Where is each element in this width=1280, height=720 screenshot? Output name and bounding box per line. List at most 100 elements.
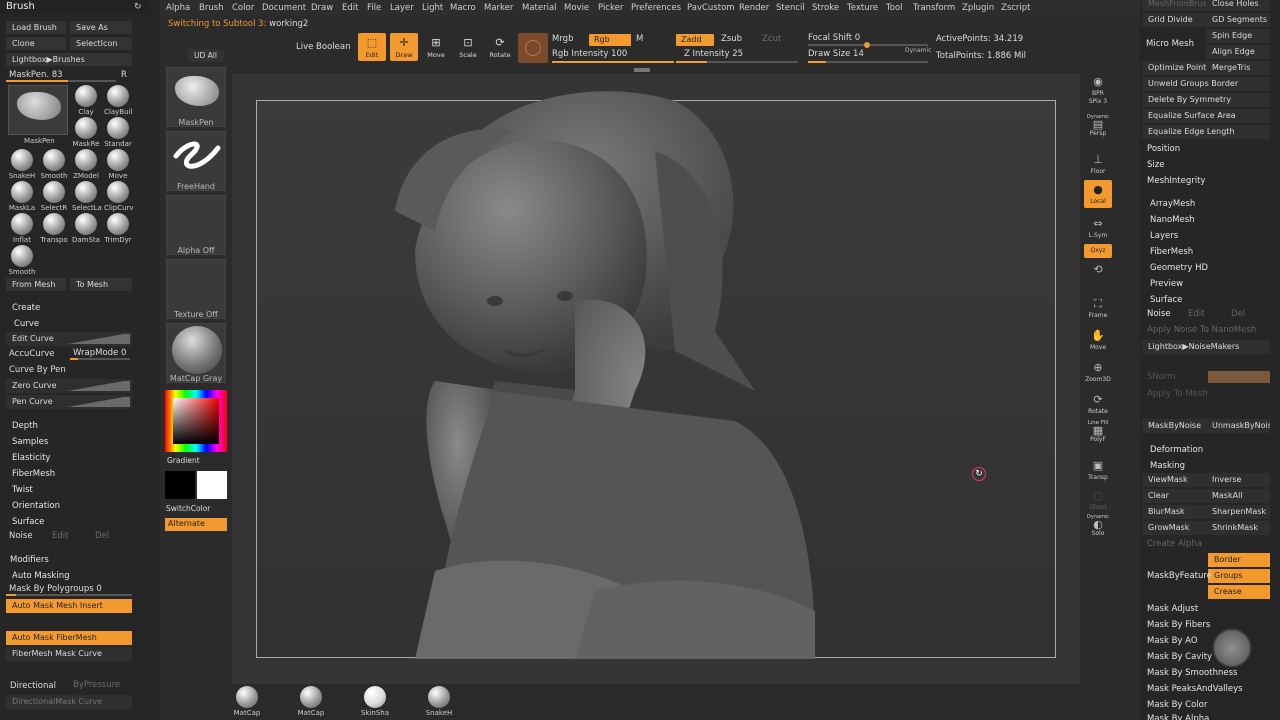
layers-section[interactable]: Layers: [1150, 231, 1178, 241]
position-section[interactable]: Position: [1147, 144, 1180, 154]
deformation-section[interactable]: Deformation: [1150, 445, 1203, 455]
bypressure-slider[interactable]: ByPressure: [73, 680, 120, 690]
alternate-button[interactable]: Alternate: [165, 518, 227, 531]
solo-button[interactable]: Dynamic ◐ Solo: [1084, 514, 1112, 544]
brush-size-slider[interactable]: [6, 80, 116, 82]
menu-render[interactable]: Render: [739, 3, 769, 13]
edit-button[interactable]: ⬚ Edit: [358, 33, 386, 61]
noise-button[interactable]: Noise: [9, 531, 33, 541]
sharpen-mask-button[interactable]: SharpenMask: [1206, 505, 1270, 519]
move-view-button[interactable]: ✋ Move: [1084, 326, 1112, 354]
brush-move[interactable]: Move: [104, 149, 132, 180]
view-mask-button[interactable]: ViewMask: [1142, 473, 1206, 487]
curve-section[interactable]: Curve: [14, 319, 39, 329]
menu-picker[interactable]: Picker: [598, 3, 623, 13]
menu-stencil[interactable]: Stencil: [776, 3, 805, 13]
grow-mask-button[interactable]: GrowMask: [1142, 521, 1206, 535]
surface-section[interactable]: Surface: [1150, 295, 1182, 305]
surface-section[interactable]: Surface: [12, 517, 44, 527]
nano-mesh-section[interactable]: NanoMesh: [1150, 215, 1195, 225]
border-toggle[interactable]: Border: [1208, 553, 1270, 567]
blur-mask-button[interactable]: BlurMask: [1142, 505, 1206, 519]
focal-shift-slider[interactable]: Focal Shift 0: [808, 33, 860, 43]
grid-divide-button[interactable]: Grid Divide: [1142, 13, 1206, 27]
z-intensity-slider[interactable]: Z Intensity 25: [684, 49, 743, 59]
mask-by-fibers-section[interactable]: Mask By Fibers: [1147, 620, 1210, 630]
auto-masking-section[interactable]: Auto Masking: [12, 571, 69, 581]
rotation-axis-icons[interactable]: ⟲: [1084, 260, 1112, 286]
rotate-view-button[interactable]: ⟳ Rotate: [1084, 390, 1112, 418]
switchcolor-button[interactable]: SwitchColor: [166, 504, 210, 513]
mask-by-polygroups-slider[interactable]: Mask By Polygroups 0: [9, 584, 102, 594]
spix-slider[interactable]: SPix 3: [1084, 98, 1112, 112]
equalize-edge-length-button[interactable]: Equalize Edge Length: [1142, 125, 1270, 139]
del-noise-button[interactable]: Del: [95, 531, 109, 541]
mask-by-polygroups-track[interactable]: [6, 594, 132, 596]
brush-clipcurv[interactable]: ClipCurv: [104, 181, 134, 212]
delete-by-symmetry-button[interactable]: Delete By Symmetry: [1142, 93, 1270, 107]
menu-light[interactable]: Light: [422, 3, 443, 13]
texture-thumbnail[interactable]: Texture Off: [166, 259, 226, 319]
menu-zscript[interactable]: Zscript: [1001, 3, 1031, 13]
stroke-thumbnail[interactable]: FreeHand: [166, 131, 226, 191]
mask-by-noise-button[interactable]: MaskByNoise: [1142, 419, 1206, 433]
merge-tris-button[interactable]: MergeTris: [1206, 61, 1270, 75]
elasticity-section[interactable]: Elasticity: [12, 453, 50, 463]
orientation-section[interactable]: Orientation: [12, 501, 60, 511]
menu-layer[interactable]: Layer: [390, 3, 414, 13]
alpha-thumbnail[interactable]: Alpha Off: [166, 195, 226, 255]
zcut-button[interactable]: Zcut: [762, 34, 781, 44]
clone-button[interactable]: Clone: [6, 37, 66, 50]
persp-button[interactable]: Dynamic ▤ Persp: [1084, 114, 1112, 142]
menu-alpha[interactable]: Alpha: [166, 3, 190, 13]
curve-by-pen-button[interactable]: Curve By Pen: [9, 365, 66, 375]
transp-button[interactable]: ▣ Transp: [1084, 456, 1112, 484]
mask-by-cavity-section[interactable]: Mask By Cavity: [1147, 652, 1212, 662]
mask-adjust-section[interactable]: Mask Adjust: [1147, 604, 1198, 614]
draw-button[interactable]: ✛ Draw: [390, 33, 418, 61]
draw-size-track[interactable]: [808, 61, 928, 63]
mask-all-button[interactable]: MaskAll: [1206, 489, 1270, 503]
draw-size-slider[interactable]: Draw Size 14: [808, 49, 864, 59]
auto-mask-mesh-insert-button[interactable]: Auto Mask Mesh Insert: [6, 599, 132, 613]
geometry-hd-section[interactable]: Geometry HD: [1150, 263, 1208, 273]
menu-pavcustom[interactable]: PavCustom: [687, 3, 735, 13]
toolbar-scroll-handle[interactable]: [634, 68, 650, 72]
color-picker[interactable]: [165, 390, 227, 452]
brush-inflat[interactable]: Inflat: [8, 213, 36, 244]
auto-mask-fibermesh-button[interactable]: Auto Mask FiberMesh: [6, 631, 132, 645]
mask-by-feature-button[interactable]: MaskByFeature: [1147, 571, 1212, 581]
brush-maskre[interactable]: MaskRe: [72, 117, 100, 148]
lsym-button[interactable]: ⇔ L.Sym: [1084, 214, 1112, 242]
menu-texture[interactable]: Texture: [847, 3, 878, 13]
shelf-skinsha-2[interactable]: SkinSha: [360, 686, 390, 717]
menu-marker[interactable]: Marker: [484, 3, 513, 13]
bpr-button[interactable]: ◉ BPR: [1084, 72, 1112, 100]
menu-document[interactable]: Document: [262, 3, 306, 13]
m-button[interactable]: M: [636, 34, 643, 44]
shelf-matcap-0[interactable]: MatCap: [232, 686, 262, 717]
align-edge-button[interactable]: Align Edge: [1206, 45, 1270, 59]
pen-curve-graph[interactable]: [60, 397, 130, 407]
lightbox-brushes-button[interactable]: Lightbox▶Brushes: [6, 53, 132, 66]
scale-button[interactable]: ⊡ Scale: [454, 33, 482, 61]
rgb-intensity-track[interactable]: [552, 61, 674, 63]
to-mesh-button[interactable]: To Mesh: [70, 278, 132, 291]
apply-to-mesh-button[interactable]: Apply To Mesh: [1147, 389, 1208, 399]
brush-trimdyr[interactable]: TrimDyr: [104, 213, 132, 244]
mask-by-smoothness-section[interactable]: Mask By Smoothness: [1147, 668, 1237, 678]
brush-smooth[interactable]: Smooth: [40, 149, 68, 180]
equalize-surface-area-button[interactable]: Equalize Surface Area: [1142, 109, 1270, 123]
mrgb-button[interactable]: Mrgb: [552, 34, 573, 44]
brush-claybuil[interactable]: ClayBuil: [104, 85, 132, 116]
size-section[interactable]: Size: [1147, 160, 1164, 170]
mesh-from-brush-button[interactable]: MeshFromBrush: [1142, 0, 1206, 11]
crease-toggle[interactable]: Crease: [1208, 585, 1270, 599]
ud-all-button[interactable]: UD All: [188, 49, 224, 62]
color-square[interactable]: [173, 398, 219, 444]
z-intensity-track[interactable]: [676, 61, 798, 63]
zadd-button[interactable]: Zadd: [676, 34, 714, 46]
save-as-button[interactable]: Save As: [70, 21, 132, 34]
array-mesh-section[interactable]: ArrayMesh: [1150, 199, 1195, 209]
material-swatch[interactable]: [518, 33, 548, 63]
